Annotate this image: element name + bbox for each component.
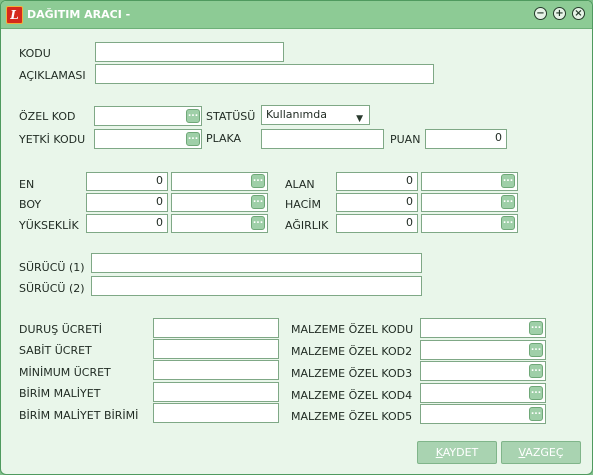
malzeme-ozel-kod2-label: MALZEME ÖZEL KOD2 [291,345,413,358]
alan-unit-lookup-button[interactable]: ... [501,174,515,188]
puan-label: PUAN [390,133,421,146]
dagitim-araci-window: L DAĞITIM ARACI - − + × KODU AÇIKLAMASI … [0,0,593,475]
window-title: DAĞITIM ARACI - [27,8,131,21]
malzeme-ozel-kodu-field[interactable] [420,318,546,338]
birim-maliyet-birimi-label: BİRİM MALİYET BİRİMİ [19,409,139,422]
hacim-field[interactable]: 0 [336,193,418,212]
en-field[interactable]: 0 [86,172,168,191]
kodu-label: KODU [19,47,51,60]
sabit-ucret-field[interactable] [153,339,279,359]
agirlik-field[interactable]: 0 [336,214,418,233]
kodu-field[interactable] [95,42,284,62]
app-logo-icon: L [6,6,23,24]
yetki-kodu-lookup-button[interactable]: ... [186,132,200,146]
surucu1-label: SÜRÜCÜ (1) [19,261,85,274]
birim-maliyet-label: BİRİM MALİYET [19,387,101,400]
minimum-ucret-field[interactable] [153,360,279,380]
malzeme-ozel-kod3-field[interactable] [420,361,546,381]
malzeme-ozel-kod5-field[interactable] [420,404,546,424]
kaydet-label: AYDET [442,446,479,459]
title-bar: L DAĞITIM ARACI - − + × [1,1,592,29]
malzeme-ozel-kod2-field[interactable] [420,340,546,360]
close-icon[interactable]: × [572,7,585,20]
minimum-ucret-label: MİNİMUM ÜCRET [19,366,111,379]
malzeme-ozel-kod5-lookup-button[interactable]: ... [529,407,543,421]
en-unit-lookup-button[interactable]: ... [251,174,265,188]
birim-maliyet-birimi-field[interactable] [153,403,279,423]
vazgec-button[interactable]: VAZGEÇ [501,441,581,464]
durus-ucreti-label: DURUŞ ÜCRETİ [19,323,102,336]
boy-field[interactable]: 0 [86,193,168,212]
hacim-label: HACİM [285,198,322,211]
en-label: EN [19,178,35,191]
aciklamasi-field[interactable] [95,64,434,84]
plaka-field[interactable] [261,129,384,149]
agirlik-unit-lookup-button[interactable]: ... [501,216,515,230]
boy-label: BOY [19,198,42,211]
malzeme-ozel-kodu-label: MALZEME ÖZEL KODU [291,323,414,336]
vazgec-label: AZGEÇ [525,446,564,459]
yukseklik-label: YÜKSEKLİK [19,219,79,232]
kaydet-button[interactable]: KAYDET [417,441,497,464]
malzeme-ozel-kod4-field[interactable] [420,383,546,403]
malzeme-ozel-kodu-lookup-button[interactable]: ... [529,321,543,335]
kaydet-mnemonic: K [435,446,443,459]
malzeme-ozel-kod2-lookup-button[interactable]: ... [529,343,543,357]
malzeme-ozel-kod4-label: MALZEME ÖZEL KOD4 [291,389,413,402]
surucu1-field[interactable] [91,253,422,273]
alan-field[interactable]: 0 [336,172,418,191]
durus-ucreti-field[interactable] [153,318,279,338]
ozel-kod-label: ÖZEL KOD [19,110,76,123]
hacim-unit-lookup-button[interactable]: ... [501,195,515,209]
malzeme-ozel-kod4-lookup-button[interactable]: ... [529,386,543,400]
statusu-select[interactable]: Kullanımda ▼ [261,105,370,125]
malzeme-ozel-kod3-label: MALZEME ÖZEL KOD3 [291,367,413,380]
yukseklik-field[interactable]: 0 [86,214,168,233]
birim-maliyet-field[interactable] [153,382,279,402]
statusu-value: Kullanımda [266,108,327,121]
maximize-icon[interactable]: + [553,7,566,20]
aciklamasi-label: AÇIKLAMASI [19,69,86,82]
alan-label: ALAN [285,178,315,191]
surucu2-field[interactable] [91,276,422,296]
surucu2-label: SÜRÜCÜ (2) [19,282,85,295]
plaka-label: PLAKA [206,132,242,145]
puan-field[interactable]: 0 [425,129,507,149]
boy-unit-lookup-button[interactable]: ... [251,195,265,209]
sabit-ucret-label: SABİT ÜCRET [19,344,92,357]
yetki-kodu-label: YETKİ KODU [19,133,86,146]
malzeme-ozel-kod3-lookup-button[interactable]: ... [529,364,543,378]
malzeme-ozel-kod5-label: MALZEME ÖZEL KOD5 [291,410,413,423]
chevron-down-icon: ▼ [356,114,363,124]
ozel-kod-lookup-button[interactable]: ... [186,109,200,123]
minimize-icon[interactable]: − [534,7,547,20]
statusu-label: STATÜSÜ [206,110,256,123]
yukseklik-unit-lookup-button[interactable]: ... [251,216,265,230]
agirlik-label: AĞIRLIK [285,219,329,232]
